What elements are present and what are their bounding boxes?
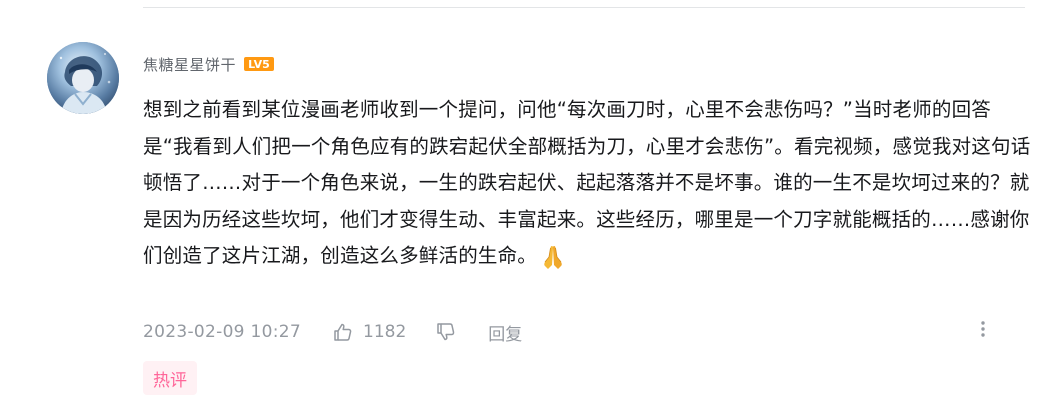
- avatar[interactable]: [47, 42, 119, 114]
- level-badge-icon: LV5: [244, 57, 275, 71]
- more-vertical-icon: [981, 321, 985, 337]
- thumbs-up-icon: [334, 323, 352, 341]
- like-count: 1182: [363, 322, 407, 342]
- comment-content: 想到之前看到某位漫画老师收到一个提问，问他“每次画刀时，心里不会悲伤吗？”当时老…: [143, 92, 1033, 275]
- comment-timestamp: 2023-02-09 10:27: [143, 322, 301, 342]
- dislike-button[interactable]: [436, 322, 456, 342]
- comment-item: 焦糖星星饼干 LV5 想到之前看到某位漫画老师收到一个提问，问他“每次画刀时，心…: [0, 0, 1063, 404]
- pray-icon: [539, 243, 567, 271]
- username[interactable]: 焦糖星星饼干: [143, 54, 236, 75]
- reply-button[interactable]: 回复: [488, 320, 522, 345]
- user-info: 焦糖星星饼干 LV5: [143, 53, 275, 75]
- thumbs-down-icon: [437, 323, 455, 341]
- hot-tag-label: 热评: [153, 370, 187, 391]
- svg-text:LV5: LV5: [248, 58, 270, 71]
- more-options-button[interactable]: [975, 318, 991, 340]
- hot-comment-tag: 热评: [143, 361, 197, 395]
- avatar-image: [47, 42, 119, 114]
- comment-meta: 2023-02-09 10:27 1182 回复: [143, 320, 522, 345]
- like-button[interactable]: 1182: [333, 322, 406, 342]
- comment-text: 想到之前看到某位漫画老师收到一个提问，问他“每次画刀时，心里不会悲伤吗？”当时老…: [143, 98, 1031, 267]
